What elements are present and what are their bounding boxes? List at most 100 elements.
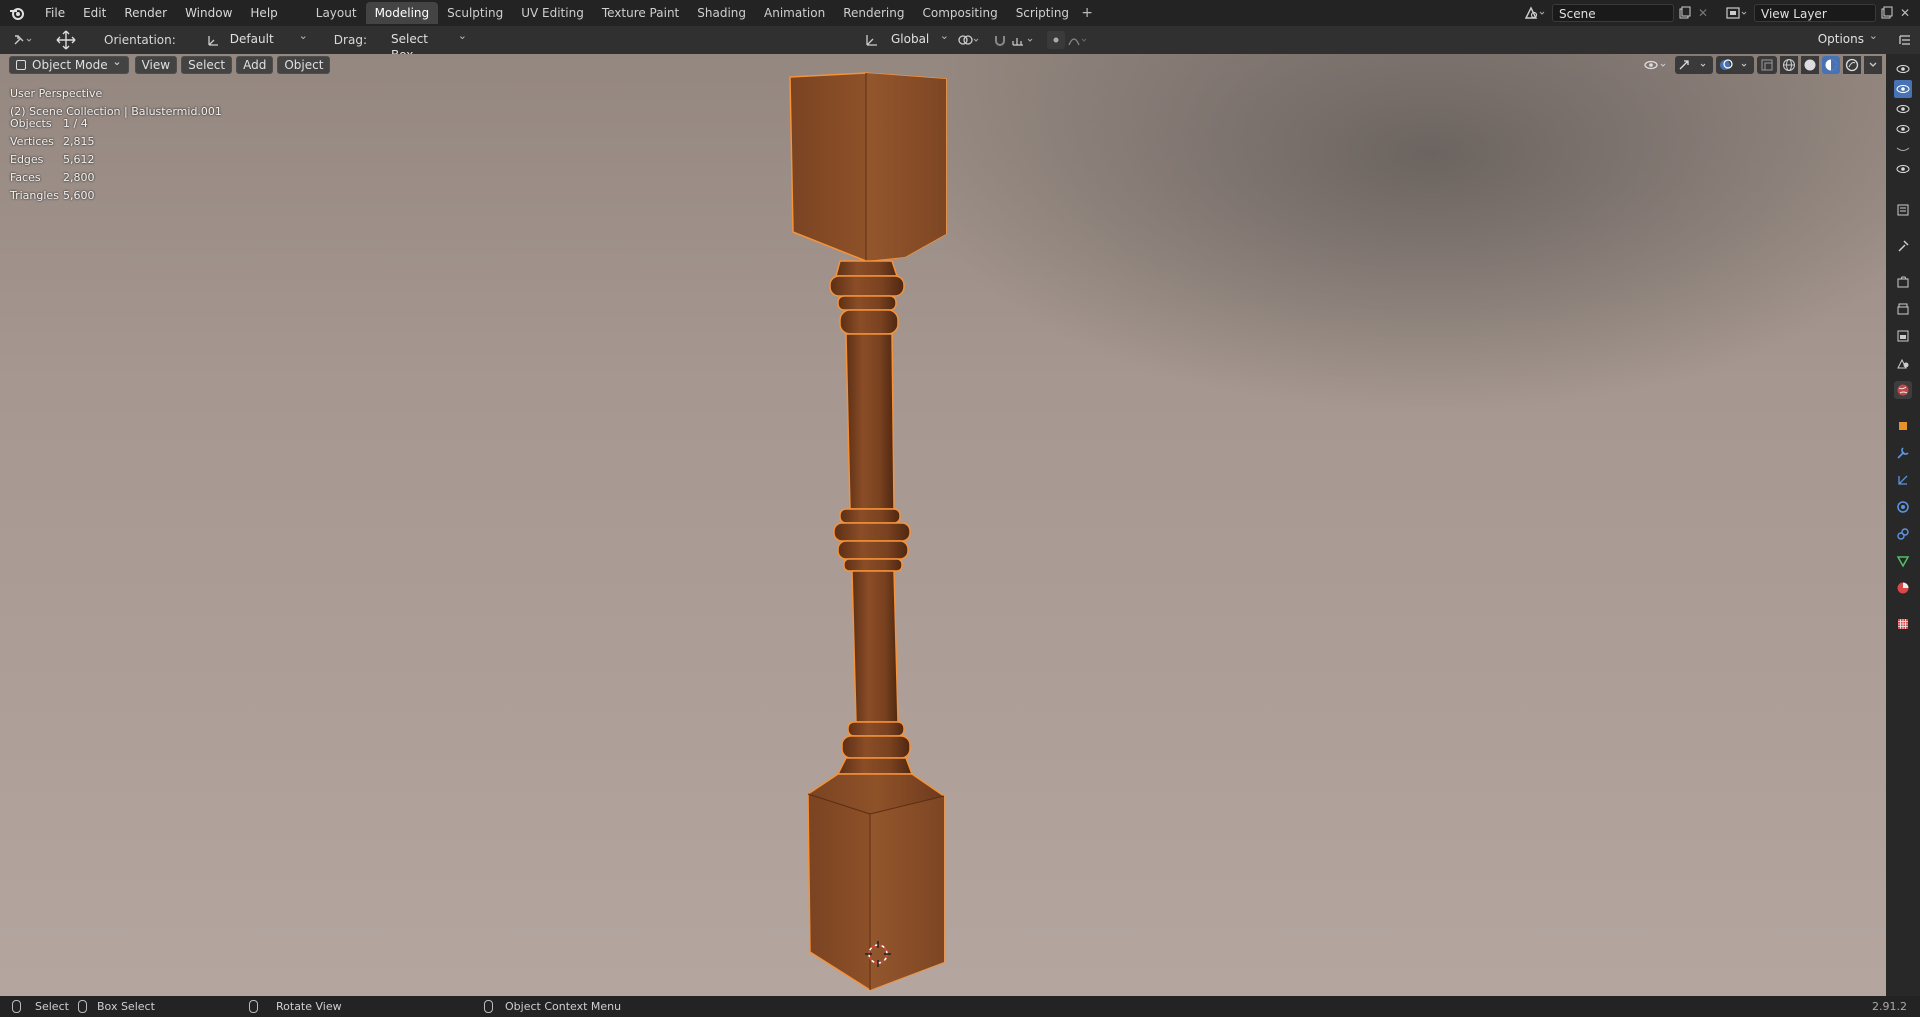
properties-editor-icon[interactable] bbox=[1894, 201, 1912, 219]
mouse-right-icon bbox=[484, 1000, 493, 1013]
menu-render[interactable]: Render bbox=[115, 2, 176, 24]
texture-properties-icon[interactable] bbox=[1894, 615, 1912, 633]
proportional-edit-icon[interactable] bbox=[1046, 31, 1065, 49]
view-layer-properties-icon[interactable] bbox=[1894, 327, 1912, 345]
tab-shading[interactable]: Shading bbox=[688, 2, 755, 24]
pivot-point-icon[interactable] bbox=[955, 31, 985, 49]
object-mode-dropdown[interactable]: Object Mode ⌄ bbox=[9, 55, 129, 74]
eye-icon[interactable] bbox=[1894, 60, 1912, 78]
options-dropdown[interactable]: Options bbox=[1810, 28, 1884, 49]
stat-value: 2,800 bbox=[63, 171, 95, 184]
snap-target-icon[interactable] bbox=[1009, 31, 1039, 49]
falloff-icon[interactable] bbox=[1065, 31, 1091, 49]
status-rotate-view: Rotate View bbox=[249, 1000, 342, 1013]
mouse-middle-icon bbox=[249, 1000, 258, 1013]
transform-orientation-dropdown[interactable]: Global bbox=[883, 28, 955, 49]
physics-properties-icon[interactable] bbox=[1894, 498, 1912, 516]
object-data-properties-icon[interactable] bbox=[1894, 552, 1912, 570]
scene-properties-icon[interactable] bbox=[1894, 354, 1912, 372]
drag-label: Drag: bbox=[333, 33, 367, 47]
blender-version: 2.91.2 bbox=[1872, 1000, 1907, 1013]
tab-modeling[interactable]: Modeling bbox=[365, 2, 439, 24]
menu-window[interactable]: Window bbox=[176, 2, 241, 24]
gizmo-toggle-icon[interactable] bbox=[1675, 56, 1713, 74]
eye-icon[interactable] bbox=[1894, 120, 1912, 138]
move-tool-icon[interactable] bbox=[54, 30, 78, 50]
stat-row-triangles: Triangles 5,600 bbox=[10, 187, 95, 205]
material-preview-shading-icon[interactable] bbox=[1822, 56, 1840, 74]
orientation-label: Orientation: bbox=[104, 33, 176, 47]
particle-properties-icon[interactable] bbox=[1894, 471, 1912, 489]
output-properties-icon[interactable] bbox=[1894, 300, 1912, 318]
outliner-toggle-icon[interactable] bbox=[1896, 31, 1914, 49]
editor-type-icon[interactable] bbox=[10, 31, 36, 49]
add-menu[interactable]: Add bbox=[236, 56, 274, 74]
tool-settings-icon[interactable] bbox=[1894, 237, 1912, 255]
render-properties-icon[interactable] bbox=[1894, 273, 1912, 291]
status-box-select-label: Box Select bbox=[97, 1000, 155, 1013]
eye-icon[interactable] bbox=[1894, 160, 1912, 178]
world-properties-icon[interactable] bbox=[1894, 381, 1912, 399]
tab-layout[interactable]: Layout bbox=[307, 2, 366, 24]
select-menu[interactable]: Select bbox=[181, 56, 233, 74]
menu-edit[interactable]: Edit bbox=[74, 2, 115, 24]
view-menu[interactable]: View bbox=[134, 56, 178, 74]
status-context-menu: Object Context Menu bbox=[484, 1000, 621, 1013]
status-context-menu-label: Object Context Menu bbox=[505, 1000, 622, 1013]
eye-icon[interactable] bbox=[1894, 100, 1912, 118]
tab-scripting[interactable]: Scripting bbox=[1007, 2, 1078, 24]
drag-dropdown[interactable]: Select Box bbox=[383, 28, 473, 62]
remove-scene-icon[interactable]: ✕ bbox=[1694, 4, 1712, 22]
scene-name-field[interactable]: Scene bbox=[1552, 4, 1674, 22]
tab-rendering[interactable]: Rendering bbox=[834, 2, 913, 24]
orientation-dropdown[interactable]: Default bbox=[222, 28, 314, 49]
scene-selector-icon[interactable] bbox=[1520, 4, 1550, 22]
stat-row-objects: Objects 1 / 4 bbox=[10, 115, 95, 133]
snap-icon[interactable] bbox=[991, 31, 1009, 49]
menu-file[interactable]: File bbox=[36, 2, 74, 24]
menu-help[interactable]: Help bbox=[241, 2, 286, 24]
scene-statistics: Objects 1 / 4 Vertices 2,815 Edges 5,612… bbox=[10, 115, 95, 205]
stat-label: Faces bbox=[10, 171, 41, 184]
tab-texture-paint[interactable]: Texture Paint bbox=[593, 2, 688, 24]
stat-value: 5,600 bbox=[63, 189, 95, 202]
wireframe-shading-icon[interactable] bbox=[1780, 56, 1798, 74]
3d-viewport[interactable]: Object Mode ⌄ View Select Add Object Use… bbox=[0, 54, 1886, 996]
material-properties-icon[interactable] bbox=[1894, 579, 1912, 597]
orientation-icon bbox=[204, 31, 222, 49]
modifier-properties-icon[interactable] bbox=[1894, 444, 1912, 462]
object-properties-icon[interactable] bbox=[1894, 417, 1912, 435]
blender-logo-icon[interactable] bbox=[9, 5, 25, 21]
mouse-left-icon bbox=[12, 1000, 21, 1013]
tool-settings-header: Orientation: Default Drag: Select Box Gl… bbox=[0, 26, 1920, 62]
rendered-shading-icon[interactable] bbox=[1843, 56, 1861, 74]
transform-orientation-icon bbox=[863, 31, 881, 49]
xray-toggle-icon[interactable] bbox=[1757, 56, 1777, 74]
tab-uv-editing[interactable]: UV Editing bbox=[512, 2, 593, 24]
tab-animation[interactable]: Animation bbox=[755, 2, 834, 24]
tab-sculpting[interactable]: Sculpting bbox=[438, 2, 512, 24]
solid-shading-icon[interactable] bbox=[1801, 56, 1819, 74]
object-mode-label: Object Mode bbox=[32, 58, 108, 72]
view-layer-name-field[interactable]: View Layer bbox=[1754, 4, 1876, 22]
eye-closed-icon[interactable] bbox=[1894, 140, 1912, 158]
stat-value: 1 / 4 bbox=[63, 117, 88, 130]
stat-row-vertices: Vertices 2,815 bbox=[10, 133, 95, 151]
remove-view-layer-icon[interactable]: ✕ bbox=[1896, 4, 1914, 22]
object-menu[interactable]: Object bbox=[277, 56, 331, 74]
properties-tab-strip bbox=[1886, 54, 1920, 996]
add-workspace-icon[interactable]: + bbox=[1078, 2, 1096, 24]
view-layer-selector-icon[interactable] bbox=[1722, 4, 1752, 22]
new-scene-icon[interactable] bbox=[1676, 4, 1694, 22]
overlays-toggle-icon[interactable] bbox=[1716, 56, 1754, 74]
stat-label: Objects bbox=[10, 117, 52, 130]
baluster-object[interactable] bbox=[0, 54, 1886, 996]
constraint-properties-icon[interactable] bbox=[1894, 525, 1912, 543]
viewport-perspective-label: User Perspective bbox=[10, 87, 103, 100]
new-view-layer-icon[interactable] bbox=[1878, 4, 1896, 22]
visibility-filter-icon[interactable] bbox=[1642, 56, 1672, 74]
eye-icon[interactable] bbox=[1894, 80, 1912, 98]
shading-options-icon[interactable] bbox=[1864, 56, 1882, 74]
stat-label: Edges bbox=[10, 153, 44, 166]
tab-compositing[interactable]: Compositing bbox=[913, 2, 1006, 24]
